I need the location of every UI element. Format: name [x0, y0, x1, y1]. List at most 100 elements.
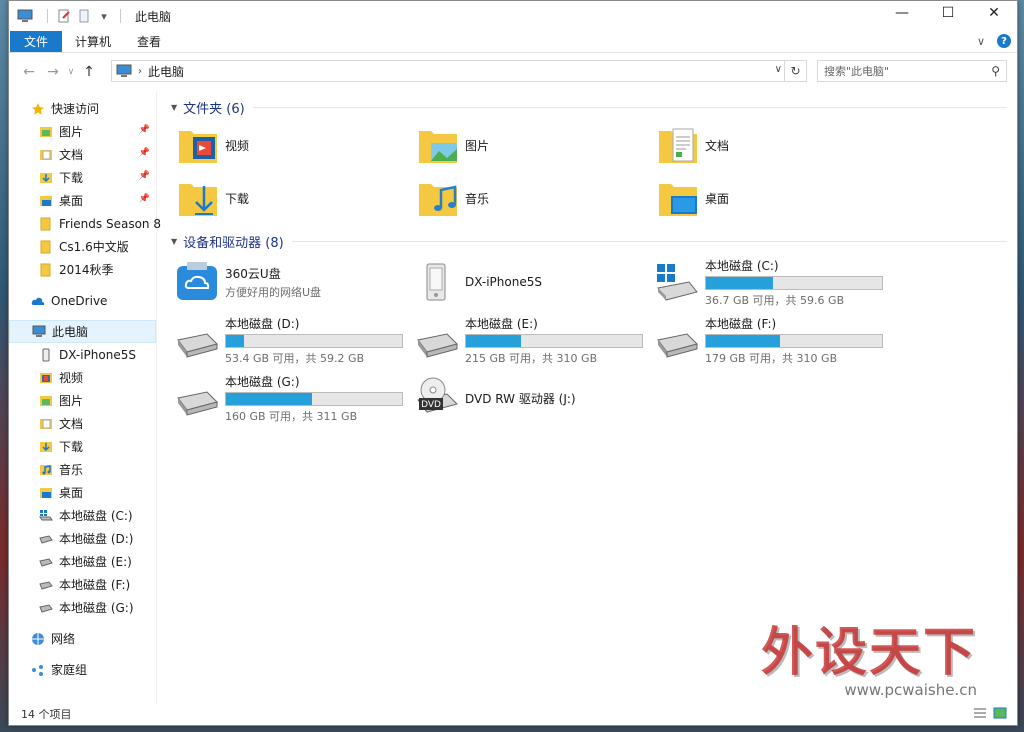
sidebar-item-drive-d[interactable]: 本地磁盘 (D:)	[9, 527, 156, 550]
sidebar-item-pictures[interactable]: 图片	[9, 389, 156, 412]
folder-item-pictures[interactable]: 图片	[411, 119, 651, 172]
collapse-chevron-icon[interactable]: ▼	[171, 237, 177, 246]
new-folder-icon[interactable]	[76, 8, 92, 24]
folder-icon	[40, 240, 51, 253]
customize-toolbar-chevron-down-icon[interactable]: ▾	[96, 8, 112, 24]
forward-arrow-icon[interactable]: →	[41, 64, 65, 80]
sidebar-item-quick-access[interactable]: 快速访问	[9, 97, 156, 120]
drive-usage-bar	[705, 333, 883, 348]
search-icon[interactable]: ⚲	[991, 64, 1000, 78]
device-item-drive-f[interactable]: 本地磁盘 (F:) 179 GB 可用，共 310 GB	[651, 311, 891, 369]
device-item-drive-e[interactable]: 本地磁盘 (E:) 215 GB 可用，共 310 GB	[411, 311, 651, 369]
drive-space-text: 53.4 GB 可用，共 59.2 GB	[225, 351, 365, 365]
properties-icon[interactable]	[56, 8, 72, 24]
breadcrumb-this-pc[interactable]: 此电脑	[148, 63, 184, 80]
sidebar-item-quick-downloads[interactable]: 下载 📌	[9, 166, 156, 189]
sidebar-item-label: DX-iPhone5S	[59, 347, 136, 362]
sidebar-item-homegroup[interactable]: 家庭组	[9, 658, 156, 681]
details-view-icon[interactable]	[973, 707, 987, 719]
device-item-drive-g[interactable]: 本地磁盘 (G:) 160 GB 可用，共 311 GB	[171, 369, 411, 427]
address-dropdown-chevron-icon[interactable]: ∨	[775, 64, 782, 75]
hard-drive-icon	[39, 603, 53, 613]
sidebar-item-downloads[interactable]: 下载	[9, 435, 156, 458]
group-header-folders[interactable]: ▼ 文件夹 (6)	[171, 95, 1017, 119]
tab-view[interactable]: 查看	[124, 31, 174, 52]
close-button[interactable]: ✕	[971, 1, 1017, 25]
navigation-bar: ← → ∨ ↑ › 此电脑 ∨ ↻ 搜索"此电脑" ⚲	[9, 53, 1017, 91]
sidebar-item-drive-g[interactable]: 本地磁盘 (G:)	[9, 596, 156, 619]
sidebar-item-quick-documents[interactable]: 文档 📌	[9, 143, 156, 166]
device-text: DX-iPhone5S	[465, 275, 542, 289]
sidebar-item-label: Friends Season 8	[59, 216, 161, 231]
device-item-dvd-drive[interactable]: DVD DVD RW 驱动器 (J:)	[411, 369, 651, 427]
sidebar-item-drive-f[interactable]: 本地磁盘 (F:)	[9, 573, 156, 596]
pin-icon[interactable]: 📌	[139, 125, 150, 135]
folder-name: 音乐	[465, 192, 490, 206]
folder-item-videos[interactable]: 视频	[171, 119, 411, 172]
sidebar-item-drive-e[interactable]: 本地磁盘 (E:)	[9, 550, 156, 573]
folder-name: 文档	[705, 139, 730, 153]
videos-folder-icon	[179, 130, 217, 163]
sidebar-item-network[interactable]: 网络	[9, 627, 156, 650]
folder-name: 下载	[225, 192, 250, 206]
pictures-folder-icon	[419, 130, 457, 163]
device-item-drive-c[interactable]: 本地磁盘 (C:) 36.7 GB 可用，共 59.6 GB	[651, 253, 891, 311]
sidebar-item-quick-pictures[interactable]: 图片 📌	[9, 120, 156, 143]
pin-icon[interactable]: 📌	[139, 148, 150, 158]
sidebar-item-2014-autumn[interactable]: 2014秋季	[9, 258, 156, 281]
expand-ribbon-chevron-icon[interactable]: ∨	[977, 35, 985, 48]
sidebar-item-onedrive[interactable]: OneDrive	[9, 289, 156, 312]
back-arrow-icon[interactable]: ←	[17, 64, 41, 80]
group-header-devices[interactable]: ▼ 设备和驱动器 (8)	[171, 229, 1017, 253]
breadcrumb-chevron-icon[interactable]: ›	[138, 66, 142, 77]
pin-icon[interactable]: 📌	[139, 194, 150, 204]
drive-space-text: 215 GB 可用，共 310 GB	[465, 351, 598, 365]
minimize-button[interactable]: —	[879, 1, 925, 25]
ribbon-right-controls: ∨ ?	[977, 34, 1011, 48]
large-icons-view-icon[interactable]	[993, 707, 1007, 719]
phone-icon	[42, 348, 50, 361]
device-item-iphone[interactable]: DX-iPhone5S	[411, 253, 651, 311]
tab-computer[interactable]: 计算机	[62, 31, 124, 52]
sidebar-item-label: 2014秋季	[59, 263, 114, 277]
refresh-icon[interactable]: ↻	[784, 61, 806, 81]
search-input[interactable]: 搜索"此电脑" ⚲	[817, 60, 1007, 82]
drive-usage-fill	[226, 334, 244, 347]
sidebar-item-music[interactable]: 音乐	[9, 458, 156, 481]
portable-device-icon	[426, 263, 446, 301]
sidebar-item-videos[interactable]: 视频	[9, 366, 156, 389]
sidebar-item-quick-desktop[interactable]: 桌面 📌	[9, 189, 156, 212]
network-globe-icon	[32, 632, 44, 645]
sidebar-item-friends-season-8[interactable]: Friends Season 8	[9, 212, 161, 235]
sidebar-item-label: 本地磁盘 (D:)	[59, 532, 134, 546]
sidebar-item-desktop[interactable]: 桌面	[9, 481, 156, 504]
folder-item-music[interactable]: 音乐	[411, 172, 651, 225]
sidebar-item-documents[interactable]: 文档	[9, 412, 156, 435]
status-bar: 14 个项目	[9, 703, 1017, 725]
hard-drive-icon	[177, 333, 218, 358]
recent-locations-chevron-icon[interactable]: ∨	[65, 67, 77, 77]
sidebar-item-iphone[interactable]: DX-iPhone5S	[9, 343, 156, 366]
up-arrow-icon[interactable]: ↑	[77, 64, 101, 80]
window-title: 此电脑	[135, 9, 172, 24]
folder-item-desktop[interactable]: 桌面	[651, 172, 891, 225]
pin-icon[interactable]: 📌	[139, 171, 150, 181]
sidebar-item-label: 家庭组	[51, 663, 88, 677]
folder-item-downloads[interactable]: 下载	[171, 172, 411, 225]
videos-folder-icon	[40, 372, 52, 383]
hard-drive-icon	[39, 534, 53, 544]
device-item-360-cloud[interactable]: 360云U盘 方便好用的网络U盘	[171, 253, 411, 311]
device-item-drive-d[interactable]: 本地磁盘 (D:) 53.4 GB 可用，共 59.2 GB	[171, 311, 411, 369]
address-bar[interactable]: › 此电脑 ∨ ↻	[111, 60, 807, 82]
tab-file[interactable]: 文件	[10, 31, 63, 52]
toolbar-divider	[47, 9, 48, 23]
sidebar-item-this-pc[interactable]: 此电脑	[9, 320, 156, 343]
sidebar-item-drive-c[interactable]: 本地磁盘 (C:)	[9, 504, 156, 527]
help-icon[interactable]: ?	[997, 34, 1011, 48]
folder-item-documents[interactable]: 文档	[651, 119, 891, 172]
collapse-chevron-icon[interactable]: ▼	[171, 103, 177, 112]
maximize-button[interactable]: ☐	[925, 1, 971, 25]
sidebar-item-cs16[interactable]: Cs1.6中文版	[9, 235, 156, 258]
